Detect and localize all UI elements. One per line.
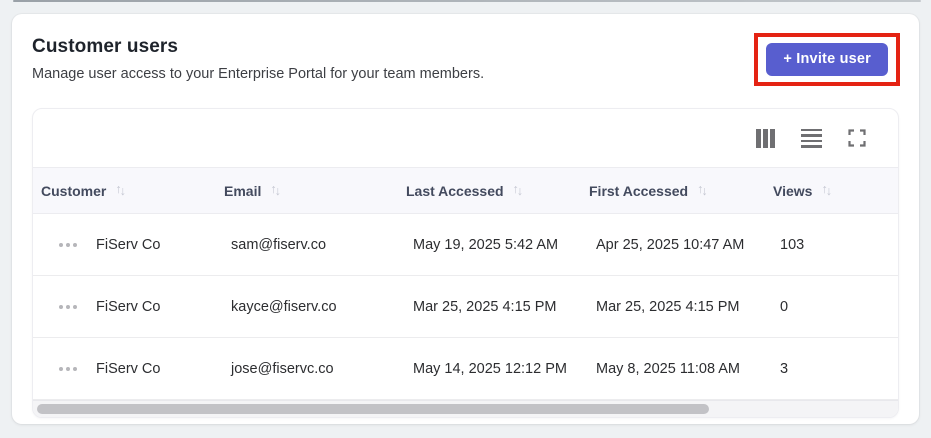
email-cell: jose@fiservc.co <box>231 360 334 377</box>
table-header-row: Customer ↑↓ Email ↑↓ Last Accessed ↑↓ Fi… <box>33 167 898 214</box>
panel-title-block: Customer users Manage user access to you… <box>32 36 484 82</box>
users-table: Customer ↑↓ Email ↑↓ Last Accessed ↑↓ Fi… <box>32 108 899 418</box>
row-actions-ellipsis-icon[interactable] <box>59 241 77 249</box>
column-header-views[interactable]: Views ↑↓ <box>765 183 898 199</box>
columns-icon-glyph <box>756 128 775 148</box>
column-header-first-accessed[interactable]: First Accessed ↑↓ <box>581 183 765 199</box>
table-row: FiServ Co jose@fiservc.co May 14, 2025 1… <box>33 338 898 400</box>
column-header-email[interactable]: Email ↑↓ <box>216 183 398 199</box>
fullscreen-icon[interactable] <box>846 127 868 149</box>
first-accessed-cell: Mar 25, 2025 4:15 PM <box>596 298 740 315</box>
last-accessed-cell: Mar 25, 2025 4:15 PM <box>413 298 557 315</box>
first-accessed-cell: Apr 25, 2025 10:47 AM <box>596 236 745 253</box>
sort-arrows-icon[interactable]: ↑↓ <box>513 183 524 198</box>
customer-name: FiServ Co <box>96 236 161 253</box>
last-accessed-cell: May 14, 2025 12:12 PM <box>413 360 567 377</box>
fullscreen-icon-glyph <box>848 129 866 147</box>
page-subtitle: Manage user access to your Enterprise Po… <box>32 65 485 82</box>
email-cell: kayce@fiserv.co <box>231 298 337 315</box>
horizontal-scrollbar[interactable] <box>33 400 898 417</box>
columns-icon[interactable] <box>754 127 777 150</box>
row-actions-ellipsis-icon[interactable] <box>59 365 77 373</box>
sort-arrows-icon[interactable]: ↑↓ <box>270 183 281 198</box>
email-cell: sam@fiserv.co <box>231 236 327 253</box>
customer-cell: FiServ Co <box>33 299 216 315</box>
first-accessed-cell: May 8, 2025 11:08 AM <box>596 360 741 377</box>
row-density-icon-glyph <box>801 128 822 148</box>
table-row: FiServ Co kayce@fiserv.co Mar 25, 2025 4… <box>33 276 898 338</box>
views-cell: 3 <box>780 360 789 377</box>
customer-cell: FiServ Co <box>33 361 216 377</box>
panel-header: Customer users Manage user access to you… <box>32 33 900 86</box>
row-actions-ellipsis-icon[interactable] <box>59 303 77 311</box>
sort-arrows-icon[interactable]: ↑↓ <box>821 183 832 198</box>
row-density-icon[interactable] <box>799 127 824 150</box>
horizontal-scrollbar-thumb[interactable] <box>37 404 709 414</box>
table-row: FiServ Co sam@fiserv.co May 19, 2025 5:4… <box>33 214 898 276</box>
customer-name: FiServ Co <box>96 360 161 377</box>
last-accessed-cell: May 19, 2025 5:42 AM <box>413 236 559 253</box>
page-title: Customer users <box>32 36 179 57</box>
column-header-customer[interactable]: Customer ↑↓ <box>33 183 216 199</box>
viewport-top-edge <box>13 0 921 2</box>
invite-user-button[interactable]: + Invite user <box>766 43 888 76</box>
customer-users-panel: Customer users Manage user access to you… <box>12 14 919 424</box>
views-cell: 0 <box>780 298 789 315</box>
sort-arrows-icon[interactable]: ↑↓ <box>115 183 126 198</box>
table-toolbar <box>33 109 898 167</box>
views-cell: 103 <box>780 236 805 253</box>
column-header-last-accessed[interactable]: Last Accessed ↑↓ <box>398 183 581 199</box>
customer-name: FiServ Co <box>96 298 161 315</box>
customer-cell: FiServ Co <box>33 237 216 253</box>
sort-arrows-icon[interactable]: ↑↓ <box>697 183 708 198</box>
annotation-highlight: + Invite user <box>754 33 900 86</box>
